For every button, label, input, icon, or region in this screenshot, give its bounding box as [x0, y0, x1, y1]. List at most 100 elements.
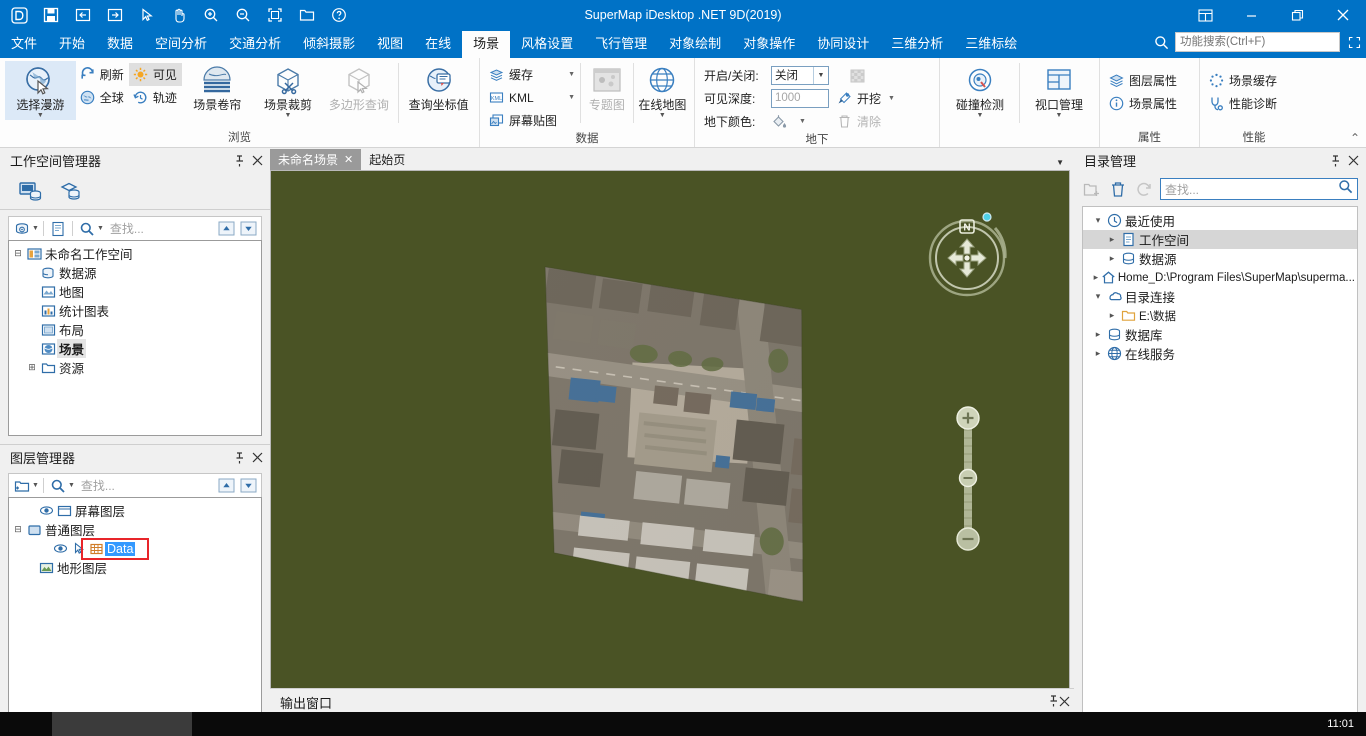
layer-manager-alt-tab[interactable] [52, 176, 90, 208]
tree-node-workspace[interactable]: ⊟ 未命名工作空间 [11, 244, 259, 263]
thematic-map-button[interactable]: 专题图 [583, 61, 631, 113]
tree-node-workspace[interactable]: ▸ 工作空间 [1083, 230, 1357, 249]
minimize-icon[interactable] [1228, 0, 1274, 30]
excavate-button[interactable]: 开挖 ▼ [833, 87, 903, 110]
tree-node-screen-layer[interactable]: 屏幕图层 [11, 501, 259, 520]
collapse-ribbon-icon[interactable]: ⌃ [1350, 131, 1360, 145]
workspace-tree[interactable]: ⊟ 未命名工作空间 数据源 地图 统计图表 布局 场景 ⊞ 资源 [8, 240, 262, 436]
tab-kaishi[interactable]: 开始 [48, 31, 96, 58]
tree-node-database[interactable]: ▸ 数据库 [1083, 325, 1357, 344]
nav-up-icon[interactable] [216, 476, 236, 496]
expander-minus-icon[interactable]: ⊟ [11, 524, 25, 535]
underground-color-picker[interactable]: ▼ [771, 114, 809, 129]
doc-tab-start-page[interactable]: 起始页 [361, 149, 414, 170]
expander-minus-icon[interactable]: ⊟ [11, 248, 25, 259]
zoom-out-icon[interactable] [228, 2, 258, 28]
cache-button[interactable]: 缓存 [485, 63, 565, 86]
search-icon[interactable] [1338, 179, 1353, 199]
taskbar-start-area[interactable] [0, 712, 52, 736]
tree-node-normal-layer[interactable]: ⊟ 普通图层 [11, 520, 259, 539]
select-roam-button[interactable]: 选择漫游 ▼ [5, 61, 76, 120]
underground-onoff-combo[interactable]: 关闭 ▼ [771, 65, 829, 85]
expander-plus-icon[interactable]: ⊞ [25, 362, 39, 373]
close-icon[interactable] [248, 449, 266, 467]
viewport-manage-button[interactable]: 视口管理 ▼ [1024, 61, 1094, 120]
tree-node-datasource[interactable]: ▸ 数据源 [1083, 249, 1357, 268]
expander-down-icon[interactable]: ▾ [1091, 215, 1105, 226]
workspace-manager-tab[interactable] [12, 176, 50, 208]
refresh-button[interactable]: 刷新 [76, 63, 129, 86]
tab-wenjian[interactable]: 文件 [0, 31, 48, 58]
tree-node-recent[interactable]: ▾ 最近使用 [1083, 211, 1357, 230]
chevron-down-icon[interactable]: ▼ [659, 112, 666, 119]
search-icon[interactable] [1154, 35, 1169, 50]
tree-node-home[interactable]: ▸ Home_D:\Program Files\SuperMap\superma… [1083, 268, 1357, 287]
undo-icon[interactable] [68, 2, 98, 28]
expander-right-icon[interactable]: ▸ [1091, 329, 1105, 340]
layer-tree[interactable]: 屏幕图层 ⊟ 普通图层 Data 地形图层 [8, 497, 262, 732]
scene-clip-button[interactable]: 场景裁剪 ▼ [253, 61, 324, 120]
chevron-down-icon[interactable]: ▼ [32, 482, 39, 489]
pin-icon[interactable] [230, 152, 248, 170]
restore-icon[interactable] [1274, 0, 1320, 30]
tab-sanweibiaohui[interactable]: 三维标绘 [954, 31, 1028, 58]
open-folder-icon[interactable] [292, 2, 322, 28]
navigation-compass-control[interactable]: N [917, 206, 1017, 306]
chevron-down-icon[interactable]: ▼ [885, 95, 898, 102]
tab-sanweifenxi[interactable]: 三维分析 [880, 31, 954, 58]
chevron-down-icon[interactable]: ▼ [97, 225, 104, 232]
chevron-down-icon[interactable]: ▼ [813, 66, 828, 84]
tree-node-datasource[interactable]: 数据源 [11, 263, 259, 282]
global-button[interactable]: 全球 [76, 86, 129, 109]
tree-node-layout[interactable]: 布局 [11, 320, 259, 339]
expander-right-icon[interactable]: ▸ [1105, 310, 1119, 321]
tree-node-map[interactable]: 地图 [11, 282, 259, 301]
clear-button[interactable]: 清除 [833, 110, 886, 133]
close-icon[interactable]: ✕ [344, 153, 353, 166]
chevron-down-icon[interactable]: ▼ [37, 112, 44, 119]
chevron-down-icon[interactable]: ▼ [1056, 112, 1063, 119]
tab-shitu[interactable]: 视图 [366, 31, 414, 58]
tree-node-chart[interactable]: 统计图表 [11, 301, 259, 320]
app-logo-icon[interactable] [4, 2, 34, 28]
ribbon-display-icon[interactable] [1182, 0, 1228, 30]
zoom-slider-control[interactable] [954, 406, 982, 551]
zoom-in-icon[interactable] [196, 2, 226, 28]
expander-down-icon[interactable]: ▾ [1091, 291, 1105, 302]
doc-tab-unnamed-scene[interactable]: 未命名场景 ✕ [270, 149, 362, 170]
catalog-tree[interactable]: ▾ 最近使用 ▸ 工作空间 ▸ 数据源 ▸ Home_D:\Program Fi… [1082, 206, 1358, 732]
chevron-down-icon[interactable]: ▼ [285, 112, 292, 119]
workspace-view-icon[interactable] [12, 219, 32, 239]
chevron-down-icon[interactable]: ▼ [565, 71, 578, 78]
expand-window-icon[interactable] [1346, 33, 1362, 51]
full-extent-icon[interactable] [260, 2, 290, 28]
tab-xietongsheji[interactable]: 协同设计 [806, 31, 880, 58]
close-icon[interactable] [248, 152, 266, 170]
close-icon[interactable] [1320, 0, 1366, 30]
layer-search-input[interactable]: 查找... [77, 477, 214, 494]
tree-node-catalog-connect[interactable]: ▾ 目录连接 [1083, 287, 1357, 306]
screen-texture-button[interactable]: 屏幕贴图 [485, 109, 562, 132]
refresh-icon[interactable] [1134, 179, 1154, 199]
tab-zaixian[interactable]: 在线 [414, 31, 462, 58]
expander-right-icon[interactable]: ▸ [1105, 234, 1119, 245]
eye-visible-icon[interactable] [37, 504, 55, 517]
tab-shuju[interactable]: 数据 [96, 31, 144, 58]
chevron-down-icon[interactable]: ▼ [32, 225, 39, 232]
tree-node-e-data[interactable]: ▸ E:\数据 [1083, 306, 1357, 325]
select-arrow-icon[interactable] [132, 2, 162, 28]
chevron-down-icon[interactable]: ▼ [796, 118, 809, 125]
track-button[interactable]: 轨迹 [129, 86, 182, 109]
expander-right-icon[interactable]: ▸ [1091, 348, 1105, 359]
underground-texture-button[interactable] [833, 64, 883, 87]
online-map-button[interactable]: 在线地图 ▼ [636, 61, 689, 120]
function-search-input[interactable] [1175, 32, 1340, 52]
pin-icon[interactable] [1326, 152, 1344, 170]
add-layer-icon[interactable] [12, 476, 32, 496]
query-coordinate-button[interactable]: 查询坐标值 [403, 61, 474, 113]
nav-up-icon[interactable] [216, 219, 236, 239]
nav-down-icon[interactable] [238, 476, 258, 496]
tab-changjing[interactable]: 场景 [462, 31, 511, 58]
scene-curtain-button[interactable]: 场景卷帘 [182, 61, 253, 113]
tab-duixianghuizhi[interactable]: 对象绘制 [658, 31, 732, 58]
